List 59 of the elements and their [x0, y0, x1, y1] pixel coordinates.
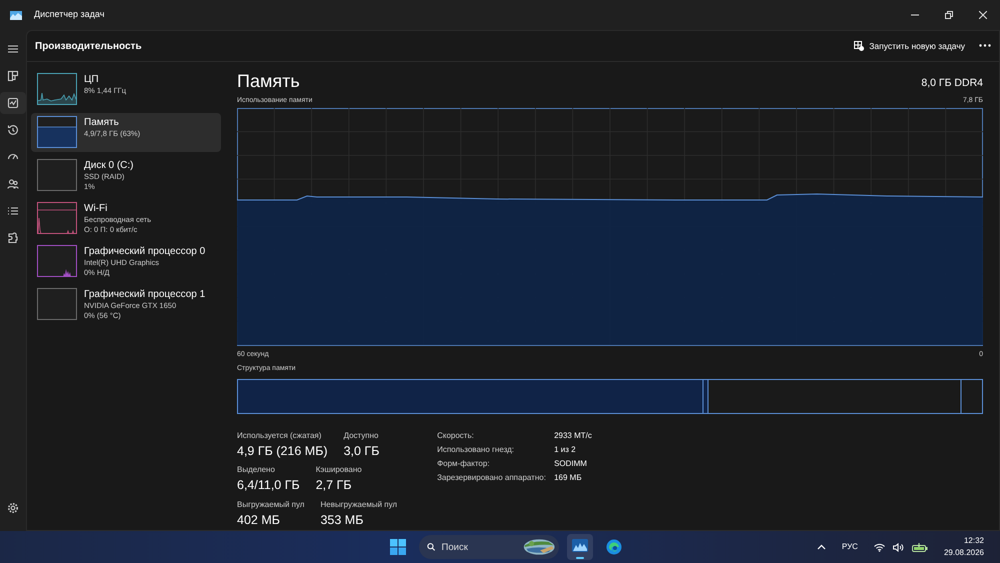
device-name: Графический процессор 1	[84, 288, 206, 301]
run-new-task-button[interactable]: Запустить новую задачу	[848, 36, 971, 56]
property-name: Зарезервировано аппаратно:	[437, 472, 547, 484]
page-title: Производительность	[35, 40, 142, 54]
chart-icon	[7, 97, 19, 109]
grid-icon	[7, 70, 19, 82]
restore-icon	[945, 11, 953, 19]
clock-date[interactable]: 29.08.2026	[944, 547, 984, 559]
new-task-icon	[854, 41, 864, 51]
stat-value: 6,4/11,0 ГБ	[237, 477, 300, 494]
list-icon	[7, 205, 19, 217]
windows-icon	[390, 539, 406, 555]
stat-label: Невыгружаемый пул	[320, 499, 398, 511]
stat-label: Выгружаемый пул	[237, 499, 304, 511]
property-name: Скорость:	[437, 430, 475, 442]
clock-time[interactable]: 12:32	[964, 535, 984, 547]
section-title: Память	[237, 70, 300, 92]
device-name: Диск 0 (C:)	[84, 159, 134, 172]
stat-value: 353 МБ	[320, 512, 364, 529]
stat-label: Используется (сжатая)	[237, 430, 322, 442]
stat-value: 2,7 ГБ	[316, 477, 353, 494]
search-input[interactable]: Поиск	[442, 538, 517, 556]
wifi-icon[interactable]	[874, 542, 885, 552]
search-field[interactable]: Поиск	[419, 535, 559, 559]
memory-spec: 8,0 ГБ DDR4	[921, 76, 983, 92]
stat-label: Кэшировано	[316, 464, 362, 476]
battery-icon[interactable]	[912, 542, 928, 552]
device-name: Графический процессор 0	[84, 245, 206, 258]
stat-value: 3,0 ГБ	[344, 442, 380, 460]
browser-icon	[606, 539, 622, 555]
stat-value: 402 МБ	[237, 512, 281, 529]
chevron-up-icon[interactable]	[816, 544, 826, 550]
nav-tab[interactable]	[0, 92, 26, 114]
language-indicator[interactable]: РУС	[842, 541, 858, 553]
device-name: Wi-Fi	[84, 202, 108, 215]
users-icon	[7, 178, 19, 190]
more-icon	[979, 44, 991, 48]
chart-icon	[572, 539, 588, 555]
history-icon	[7, 124, 19, 136]
settings-icon	[7, 502, 19, 514]
property-value: 1 из 2	[554, 444, 576, 456]
stat-value: 4,9 ГБ (216 МБ)	[237, 442, 328, 460]
menu-icon	[7, 43, 19, 55]
stat-label: Доступно	[344, 430, 380, 442]
volume-icon[interactable]	[892, 542, 904, 552]
puzzle-icon	[7, 232, 19, 244]
property-name: Форм-фактор:	[437, 458, 491, 470]
device-name: Память	[84, 116, 120, 129]
stat-label: Выделено	[237, 464, 276, 476]
property-value: 2933 МТ/с	[554, 430, 592, 442]
app-icon	[10, 10, 22, 20]
device-name: ЦП	[84, 73, 100, 86]
window-title: Диспетчер задач	[34, 8, 104, 22]
property-value: SODIMM	[554, 458, 587, 470]
property-value: 169 МБ	[554, 472, 582, 484]
search-icon	[427, 542, 436, 552]
close-icon	[979, 11, 987, 19]
taskbar-app[interactable]	[567, 534, 593, 560]
property-name: Использовано гнезд:	[437, 444, 515, 456]
